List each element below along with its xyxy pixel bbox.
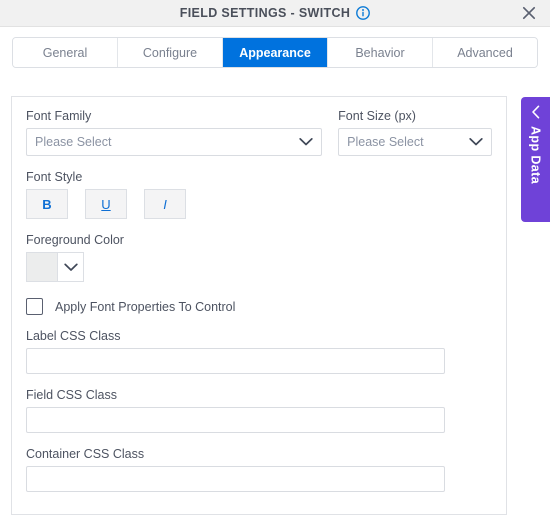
label-css-class-label: Label CSS Class [26, 329, 121, 343]
chevron-down-icon [469, 138, 483, 147]
font-size-value: Please Select [347, 135, 424, 149]
foreground-color-group: Foreground Color [26, 233, 492, 282]
container-css-class-input[interactable] [26, 466, 445, 492]
label-css-class-input[interactable] [26, 348, 445, 374]
appearance-settings-panel: Font Family Please Select Font Size (px)… [11, 96, 507, 515]
close-icon[interactable] [520, 4, 538, 22]
font-size-group: Font Size (px) Please Select [338, 109, 492, 156]
field-css-class-label: Field CSS Class [26, 388, 117, 402]
tab-general[interactable]: General [13, 38, 118, 67]
field-css-class-input[interactable] [26, 407, 445, 433]
underline-button[interactable]: U [85, 189, 127, 219]
italic-button[interactable]: I [144, 189, 186, 219]
font-family-select[interactable]: Please Select [26, 128, 323, 156]
tab-appearance[interactable]: Appearance [223, 38, 328, 67]
dialog-titlebar: FIELD SETTINGS - SWITCH [0, 0, 550, 27]
settings-tabs: General Configure Appearance Behavior Ad… [12, 37, 538, 68]
app-data-label: App Data [528, 126, 543, 185]
page-title: FIELD SETTINGS - SWITCH [179, 6, 351, 20]
apply-font-properties-row[interactable]: Apply Font Properties To Control [26, 298, 492, 315]
color-swatch [27, 253, 58, 281]
container-css-class-group: Container CSS Class [26, 447, 492, 492]
field-css-class-group: Field CSS Class [26, 388, 492, 433]
bold-button[interactable]: B [26, 189, 68, 219]
info-circle-icon[interactable] [356, 6, 371, 20]
chevron-left-icon [531, 105, 541, 119]
chevron-down-icon [299, 138, 313, 147]
chevron-down-icon [58, 253, 83, 281]
tab-behavior[interactable]: Behavior [328, 38, 433, 67]
container-css-class-label: Container CSS Class [26, 447, 145, 461]
font-family-value: Please Select [35, 135, 112, 149]
font-size-select[interactable]: Please Select [338, 128, 492, 156]
foreground-color-label: Foreground Color [26, 233, 124, 247]
font-size-label: Font Size (px) [338, 109, 416, 123]
tab-configure[interactable]: Configure [118, 38, 223, 67]
label-css-class-group: Label CSS Class [26, 329, 492, 374]
font-style-label: Font Style [26, 170, 83, 184]
foreground-color-picker[interactable] [26, 252, 84, 282]
apply-font-properties-label: Apply Font Properties To Control [55, 299, 236, 314]
apply-font-properties-checkbox[interactable] [26, 298, 43, 315]
font-family-group: Font Family Please Select [26, 109, 323, 156]
font-style-buttons: B U I [26, 189, 492, 219]
font-style-group: Font Style B U I [26, 170, 492, 219]
tab-advanced[interactable]: Advanced [433, 38, 537, 67]
font-row: Font Family Please Select Font Size (px)… [26, 109, 492, 156]
app-data-panel-toggle[interactable]: App Data [521, 97, 550, 222]
font-family-label: Font Family [26, 109, 92, 123]
